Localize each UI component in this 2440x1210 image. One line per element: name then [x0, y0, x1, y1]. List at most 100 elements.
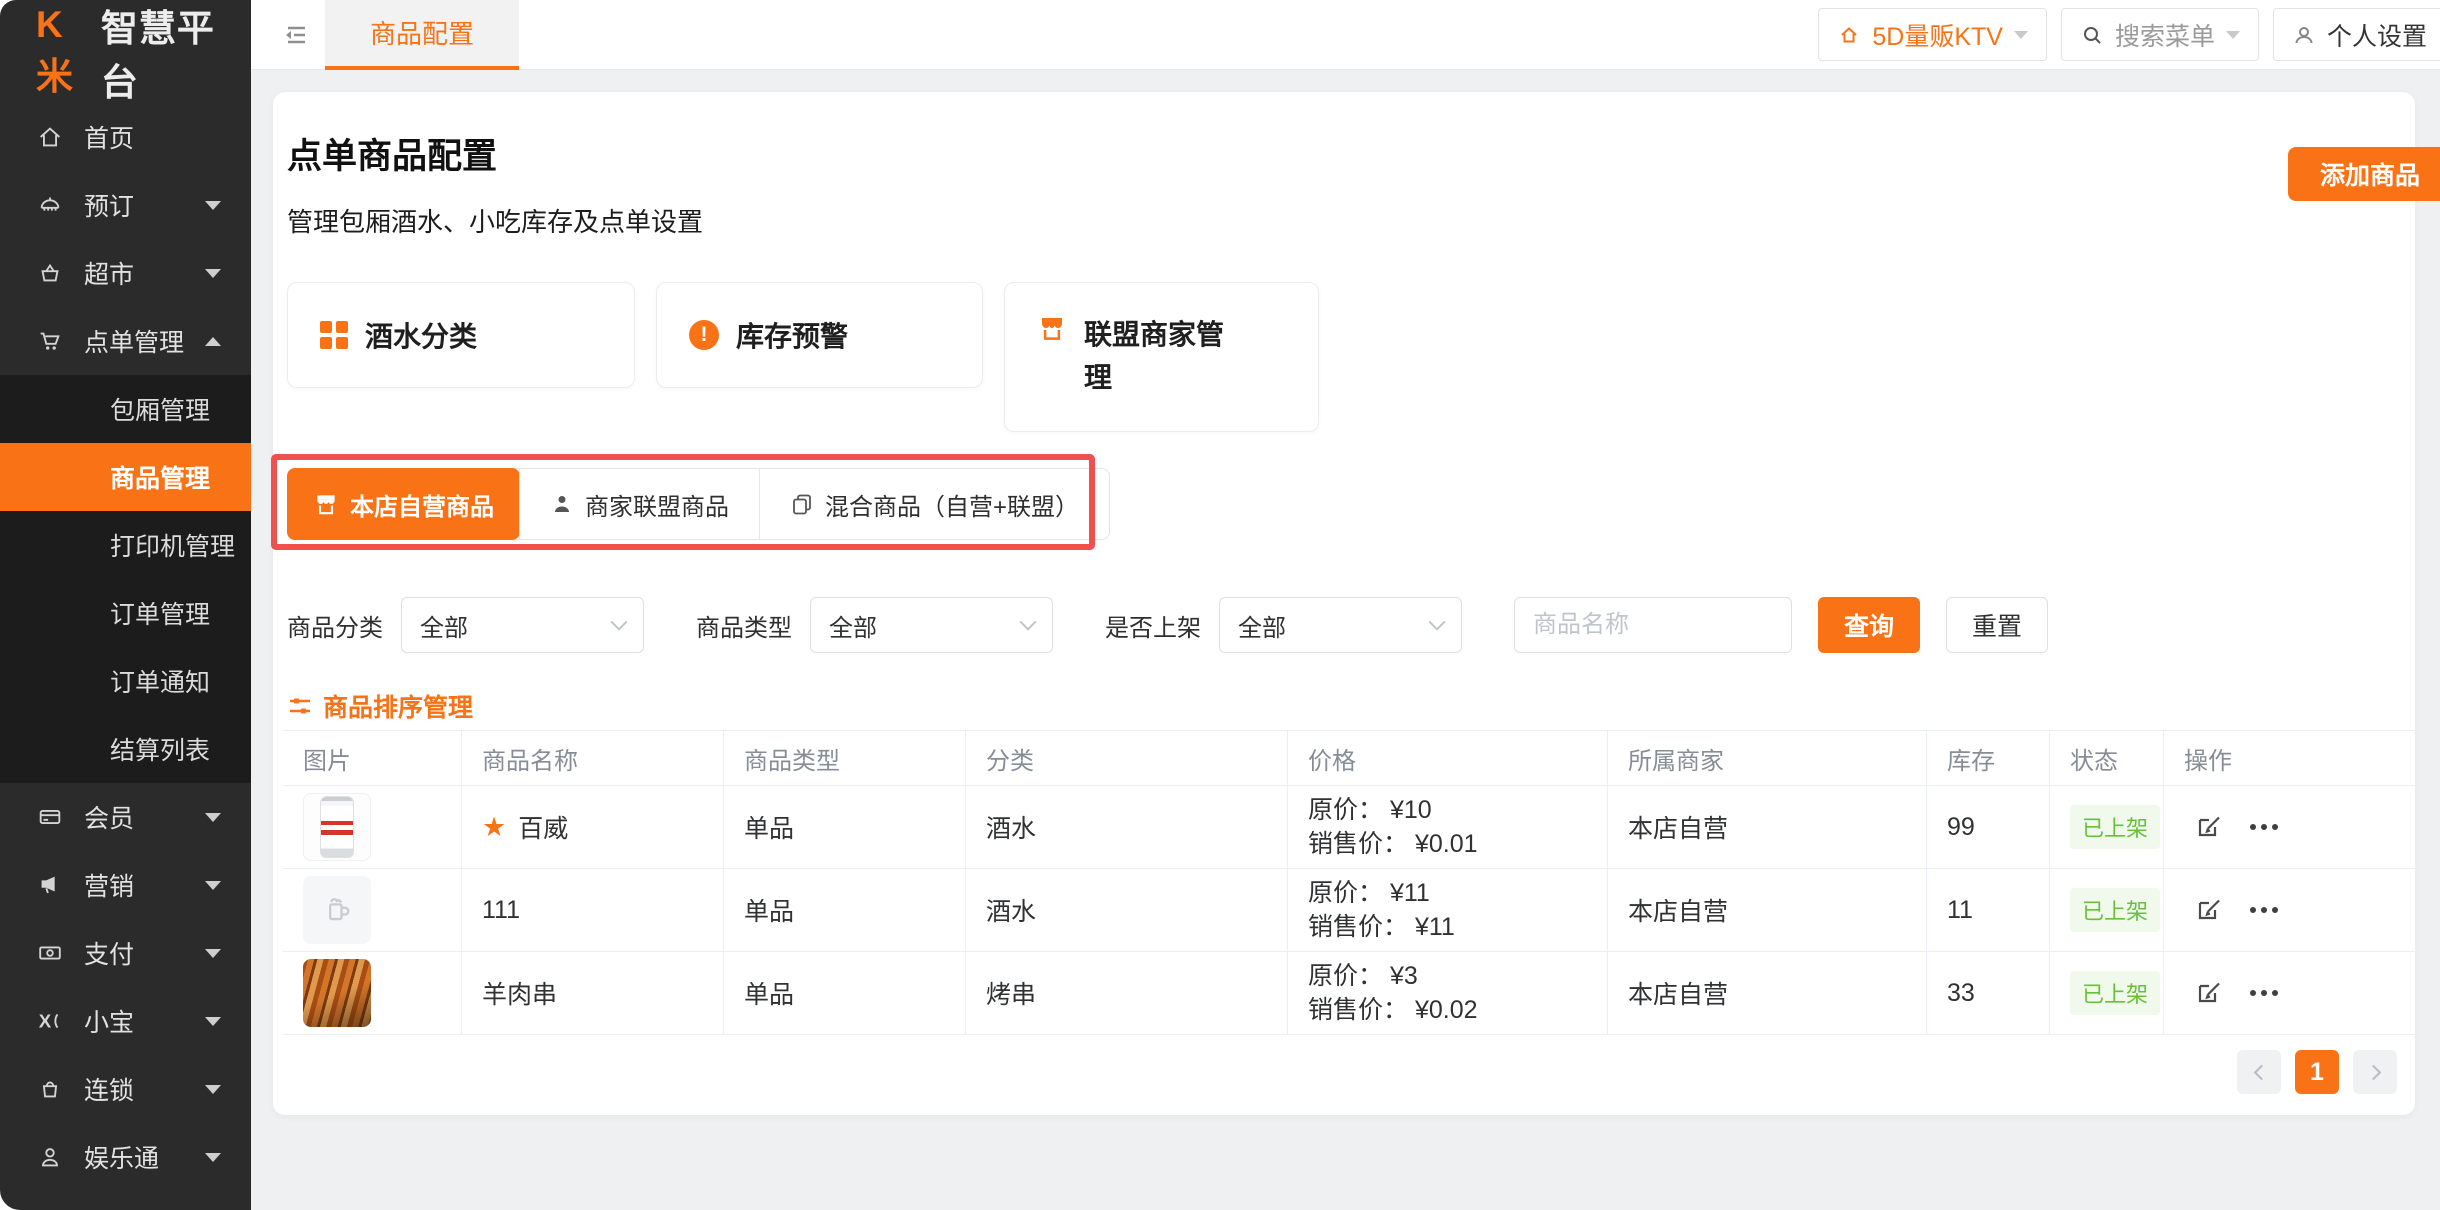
table-row: 羊肉串 单品 烤串 原价： ¥3 销售价： ¥0.02 本店自营 33 已上架: [283, 952, 2416, 1035]
tab-self-operated[interactable]: 本店自营商品: [287, 468, 520, 540]
add-product-button[interactable]: 添加商品: [2288, 147, 2440, 201]
person-icon: [36, 1143, 64, 1171]
edit-button[interactable]: [2194, 978, 2224, 1008]
app-logo: K米智慧平台: [0, 0, 251, 103]
sidebar-item-label: 预订: [84, 187, 134, 223]
sidebar-item-label: 娱乐通: [84, 1139, 159, 1175]
basket-icon: [36, 259, 64, 287]
more-actions-button[interactable]: [2250, 824, 2278, 830]
filter-type-select[interactable]: 全部: [810, 597, 1053, 653]
header-actions: 操作: [2164, 731, 2416, 785]
product-name: 羊肉串: [462, 952, 724, 1034]
menu-search[interactable]: 搜索菜单: [2061, 8, 2259, 61]
filter-category-select[interactable]: 全部: [401, 597, 644, 653]
tab-merchant-alliance[interactable]: 商家联盟商品: [519, 469, 759, 539]
tab-product-config[interactable]: 商品配置: [325, 0, 519, 70]
chevron-down-icon: [205, 1085, 221, 1094]
pagination: 1: [2237, 1050, 2397, 1094]
filter-category-label: 商品分类: [287, 608, 383, 643]
search-label: 搜索菜单: [2115, 17, 2215, 53]
filter-shelf-select[interactable]: 全部: [1219, 597, 1462, 653]
submenu-item-room-management[interactable]: 包厢管理: [0, 375, 251, 443]
sidebar-item-member[interactable]: 会员: [0, 783, 251, 851]
product-category: 烤串: [966, 952, 1288, 1034]
search-button[interactable]: 查询: [1818, 597, 1920, 653]
person-icon: [550, 492, 574, 516]
copy-icon: [790, 492, 814, 516]
product-type: 单品: [724, 869, 966, 951]
product-category: 酒水: [966, 786, 1288, 868]
chevron-down-icon: [205, 813, 221, 822]
pagination-prev[interactable]: [2237, 1050, 2281, 1094]
product-name: 百威: [518, 809, 568, 845]
collapse-icon: [281, 20, 311, 50]
price-sale: 销售价： ¥11: [1308, 910, 1455, 944]
sidebar-item-payment[interactable]: 支付: [0, 919, 251, 987]
pagination-current[interactable]: 1: [2295, 1050, 2339, 1094]
pagination-next[interactable]: [2353, 1050, 2397, 1094]
sidebar-item-yuletong[interactable]: 娱乐通: [0, 1123, 251, 1191]
submenu-item-order-notification[interactable]: 订单通知: [0, 647, 251, 715]
cart-icon: [36, 327, 64, 355]
status-badge: 已上架: [2070, 888, 2160, 932]
sidebar-item-label: 超市: [84, 255, 134, 291]
chevron-down-icon: [2014, 31, 2028, 39]
submenu-item-product-management[interactable]: 商品管理: [0, 443, 251, 511]
product-merchant: 本店自营: [1608, 786, 1927, 868]
sidebar-item-market[interactable]: 超市: [0, 239, 251, 307]
storefront-icon: [1037, 313, 1067, 343]
quick-action-stock-alert[interactable]: ! 库存预警: [656, 282, 983, 388]
product-name-input[interactable]: [1514, 597, 1792, 653]
product-source-tabs: 本店自营商品 商家联盟商品 混合商品（自营+联盟）: [287, 468, 1110, 540]
sidebar-item-xiaobao[interactable]: X 小宝: [0, 987, 251, 1055]
product-category: 酒水: [966, 869, 1288, 951]
chevron-down-icon: [205, 1153, 221, 1162]
more-actions-button[interactable]: [2250, 907, 2278, 913]
submenu-item-order-management[interactable]: 订单管理: [0, 579, 251, 647]
topbar: 商品配置 5D量贩KTV 搜索菜单 个人设置: [251, 0, 2440, 70]
quick-action-drink-category[interactable]: 酒水分类: [287, 282, 635, 388]
header-type: 商品类型: [724, 731, 966, 785]
mug-icon: [320, 893, 354, 927]
product-type: 单品: [724, 952, 966, 1034]
profile-settings[interactable]: 个人设置: [2273, 8, 2440, 61]
reset-button[interactable]: 重置: [1946, 597, 2048, 653]
product-image: [303, 959, 371, 1027]
collapse-sidebar-button[interactable]: [281, 20, 311, 50]
sidebar-item-chain[interactable]: 连锁: [0, 1055, 251, 1123]
chevron-down-icon: [205, 881, 221, 890]
alert-icon: !: [689, 320, 719, 350]
price-original: 原价： ¥10: [1308, 793, 1432, 827]
logo-accent: K米: [36, 4, 101, 100]
product-stock: 33: [1927, 952, 2050, 1034]
header-status: 状态: [2050, 731, 2164, 785]
header-category: 分类: [966, 731, 1288, 785]
sidebar-item-home[interactable]: 首页: [0, 103, 251, 171]
filter-type-label: 商品类型: [696, 608, 792, 643]
sidebar-item-booking[interactable]: 预订: [0, 171, 251, 239]
product-stock: 11: [1927, 869, 2050, 951]
edit-icon: [2194, 978, 2224, 1008]
table-row: ★百威 单品 酒水 原价： ¥10 销售价： ¥0.01 本店自营 99 已上架: [283, 786, 2416, 869]
sidebar-item-label: 营销: [84, 867, 134, 903]
header-name: 商品名称: [462, 731, 724, 785]
edit-button[interactable]: [2194, 812, 2224, 842]
submenu-item-settlement-list[interactable]: 结算列表: [0, 715, 251, 783]
table-header-row: 图片 商品名称 商品类型 分类 价格 所属商家 库存 状态 操作: [283, 731, 2416, 786]
product-sort-link[interactable]: 商品排序管理: [287, 688, 473, 724]
tab-mixed-products[interactable]: 混合商品（自营+联盟）: [759, 469, 1109, 539]
edit-button[interactable]: [2194, 895, 2224, 925]
sidebar-item-marketing[interactable]: 营销: [0, 851, 251, 919]
storefront-icon: [313, 491, 339, 517]
chevron-down-icon: [205, 201, 221, 210]
venue-selector[interactable]: 5D量贩KTV: [1818, 8, 2047, 61]
sidebar-item-label: 点单管理: [84, 323, 184, 359]
price-original: 原价： ¥11: [1308, 876, 1430, 910]
submenu-item-printer-management[interactable]: 打印机管理: [0, 511, 251, 579]
chevron-down-icon: [205, 269, 221, 278]
home-icon: [1837, 23, 1861, 47]
sidebar-item-ordering[interactable]: 点单管理: [0, 307, 251, 375]
more-actions-button[interactable]: [2250, 990, 2278, 996]
quick-action-alliance-merchant[interactable]: 联盟商家管理: [1004, 282, 1319, 432]
table-row: 111 单品 酒水 原价： ¥11 销售价： ¥11 本店自营 11 已上架: [283, 869, 2416, 952]
